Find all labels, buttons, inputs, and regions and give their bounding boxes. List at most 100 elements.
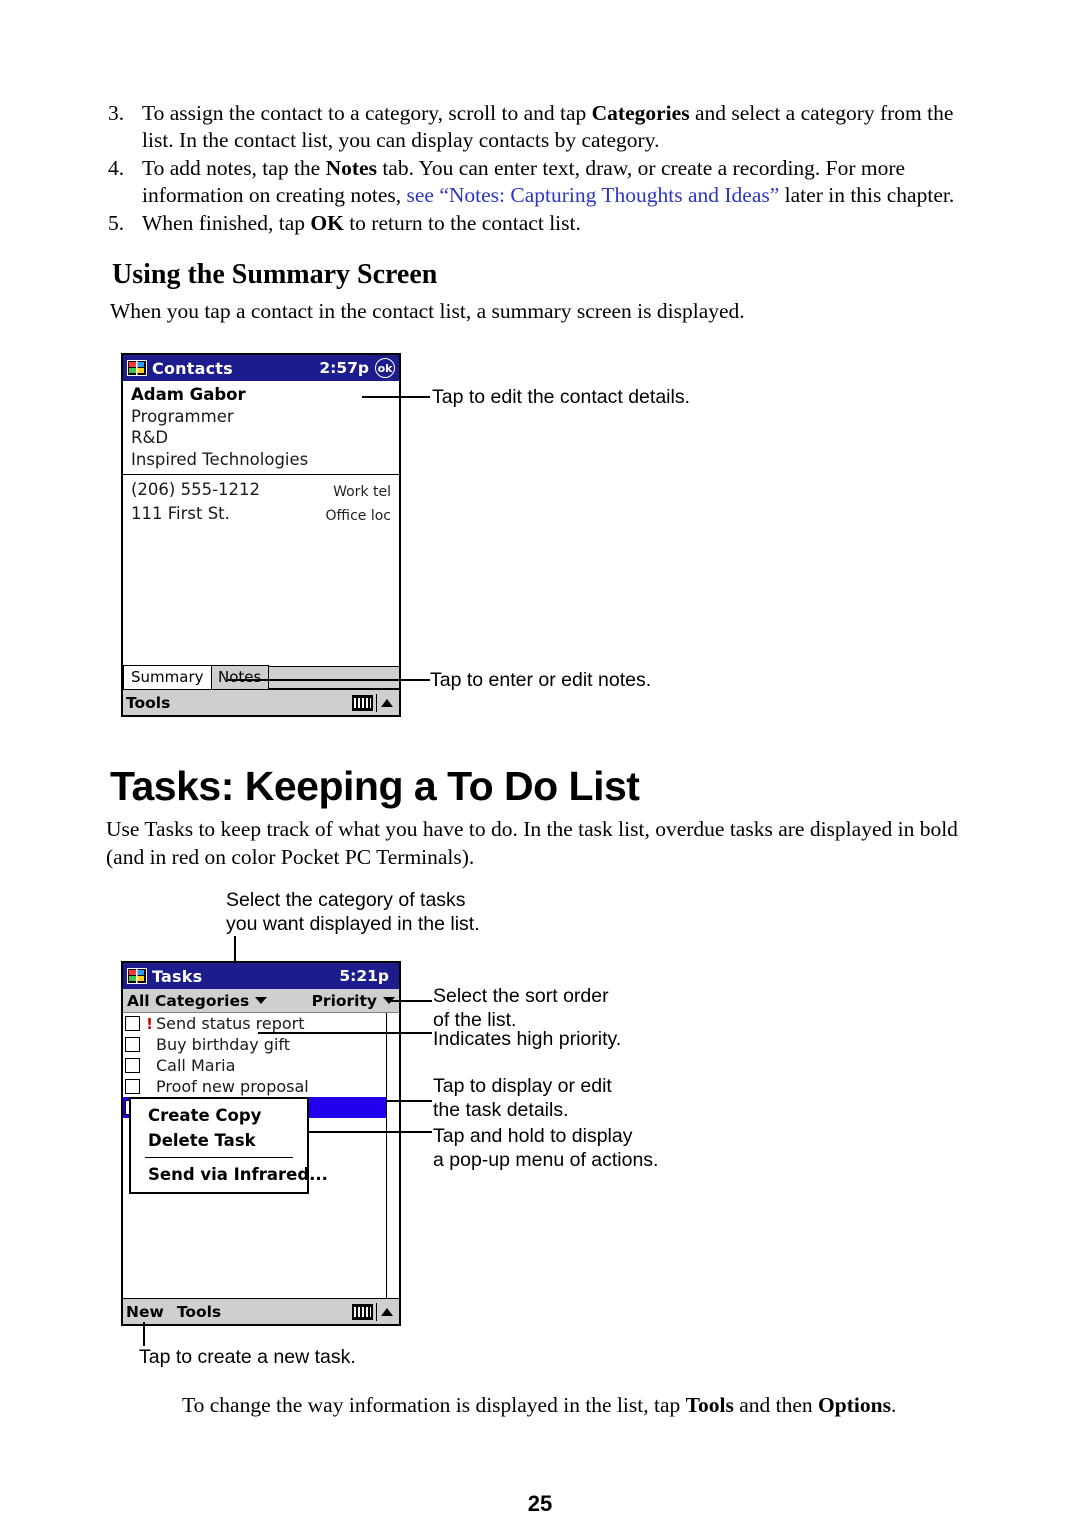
emphasis-text: Notes (325, 156, 377, 180)
statusbar-divider (375, 1302, 377, 1321)
task-row[interactable]: ! Send status report (123, 1013, 386, 1034)
list-item-number: 5. (108, 211, 125, 235)
windows-start-icon (127, 967, 147, 985)
body-text: and then (733, 1393, 819, 1417)
tasks-scrollbar[interactable] (386, 1013, 399, 1298)
chevron-down-icon (255, 997, 268, 1004)
list-item-number: 3. (108, 101, 125, 125)
keyboard-icon[interactable] (351, 694, 373, 711)
lead-paragraph: When you tap a contact in the contact li… (110, 299, 745, 323)
tasks-clock: 5:21p (339, 967, 389, 985)
callout-contacts-notes: Tap to enter or edit notes. (430, 669, 652, 691)
up-arrow-icon[interactable] (381, 698, 393, 707)
contacts-tabstrip: Summary Notes (123, 663, 399, 689)
task-checkbox[interactable] (125, 1037, 140, 1052)
callout-tasks-category: Select the category of tasks you want di… (226, 889, 480, 935)
cross-reference-link[interactable]: see “Notes: Capturing Thoughts and Ideas… (407, 183, 780, 207)
contact-detail-rows: (206) 555-1212 Work tel 111 First St. Offic… (123, 475, 399, 527)
callout-tasks-details: Tap to display or edit the task details. (433, 1075, 612, 1121)
callout-tasks-sort: Select the sort order of the list. (433, 985, 609, 1031)
contact-summary-header[interactable]: Adam Gabor Programmer R&D Inspired Technolo… (123, 381, 399, 475)
body-text: To assign the contact to a category, scr… (142, 101, 592, 125)
contact-info-line: Inspired Technologies (131, 449, 309, 469)
contact-detail-row[interactable]: (206) 555-1212 Work tel (131, 479, 391, 503)
task-label: Send status report (156, 1014, 305, 1033)
task-checkbox[interactable] (125, 1016, 140, 1031)
body-text: To change the way information is display… (182, 1393, 686, 1417)
task-row[interactable]: Proof new proposal (123, 1076, 386, 1097)
emphasis-text: Options (818, 1393, 891, 1417)
contact-detail-row[interactable]: 111 First St. Office loc (131, 503, 391, 527)
tools-menu-button[interactable]: Tools (126, 694, 170, 712)
leader-line-tasks-popup (300, 1131, 432, 1133)
body-text: later in this chapter. (779, 183, 955, 207)
chapter-heading: Tasks: Keeping a To Do List (110, 763, 640, 809)
ok-button[interactable]: ok (375, 358, 395, 378)
tasks-statusbar: New Tools (123, 1298, 399, 1324)
tools-menu-button[interactable]: Tools (177, 1303, 221, 1321)
list-item-number: 4. (108, 156, 125, 180)
contacts-title: Contacts (152, 358, 233, 378)
tasks-commandbar: All Categories Priority (123, 989, 399, 1013)
context-menu-item[interactable]: Send via Infrared... (131, 1162, 328, 1187)
list-item: 4. To add notes, tap the Notes tab. You c… (108, 155, 974, 209)
tab-notes[interactable]: Notes (210, 665, 270, 689)
leader-line-tasks-sort (390, 1000, 432, 1002)
body-text: . (890, 1393, 897, 1417)
high-priority-icon: ! (146, 1014, 153, 1033)
leader-line-tasks-new (143, 1322, 145, 1346)
callout-contacts-edit: Tap to edit the contact details. (432, 386, 690, 408)
leader-line-contacts-edit (362, 396, 430, 398)
document-page: 3. To assign the contact to a category, s… (0, 0, 1080, 1529)
list-item: 3. To assign the contact to a category, s… (108, 100, 974, 154)
contacts-titlebar: Contacts 2:57p ok (123, 355, 399, 381)
windows-start-icon (127, 359, 147, 377)
statusbar-divider (375, 693, 377, 712)
contact-detail-label: Work tel (333, 484, 391, 500)
contacts-statusbar: Tools (123, 689, 399, 715)
body-text: to return to the contact list. (343, 211, 581, 235)
contacts-screenshot: Contacts 2:57p ok Adam Gabor Programmer R&… (121, 353, 401, 717)
tasks-title: Tasks (152, 966, 203, 986)
page-number: 25 (527, 1491, 553, 1516)
callout-tasks-popup: Tap and hold to display a pop-up menu of… (433, 1125, 659, 1171)
contact-info-line: Programmer (131, 406, 234, 426)
category-filter-label: All Categories (127, 991, 250, 1010)
context-menu-item[interactable]: Create Copy (131, 1103, 307, 1128)
context-menu-separator (145, 1157, 293, 1158)
task-row[interactable]: Call Maria (123, 1055, 386, 1076)
keyboard-icon[interactable] (351, 1303, 373, 1320)
task-checkbox[interactable] (125, 1079, 140, 1094)
sort-order-dropdown[interactable]: Priority (312, 992, 395, 1010)
contact-detail-value: 111 First St. (131, 504, 230, 523)
leader-line-tasks-priority (258, 1032, 432, 1034)
new-task-button[interactable]: New (126, 1303, 164, 1321)
section-heading: Using the Summary Screen (112, 259, 438, 290)
contacts-clock: 2:57p (319, 359, 369, 377)
up-arrow-icon[interactable] (381, 1307, 393, 1316)
contact-detail-value: (206) 555-1212 (131, 480, 261, 499)
numbered-list: 3. To assign the contact to a category, s… (108, 100, 974, 238)
task-checkbox[interactable] (125, 1058, 140, 1073)
tasks-intro-paragraph: Use Tasks to keep track of what you have… (106, 817, 958, 869)
task-context-menu[interactable]: Create Copy Delete Task Send via Infrared.… (129, 1097, 328, 1194)
emphasis-text: OK (310, 211, 344, 235)
callout-tasks-priority: Indicates high priority. (433, 1028, 622, 1050)
contact-detail-label: Office loc (325, 508, 391, 524)
list-item-text: When finished, tap OK to return to the c… (142, 210, 974, 237)
tasks-titlebar: Tasks 5:21p (123, 963, 399, 989)
leader-line-contacts-notes (228, 679, 430, 681)
category-filter-dropdown[interactable]: All Categories (127, 991, 268, 1010)
task-label: Call Maria (156, 1056, 236, 1075)
tab-summary[interactable]: Summary (123, 665, 212, 689)
contact-info-line: R&D (131, 428, 169, 447)
context-menu-item[interactable]: Delete Task (131, 1128, 307, 1153)
list-item-text: To add notes, tap the Notes tab. You can… (142, 155, 974, 209)
callout-tasks-new: Tap to create a new task. (139, 1346, 356, 1368)
body-text: When finished, tap (142, 211, 311, 235)
emphasis-text: Tools (685, 1393, 734, 1417)
task-label: Proof new proposal (156, 1077, 309, 1096)
sort-order-label: Priority (311, 991, 377, 1010)
task-row[interactable]: Buy birthday gift (123, 1034, 386, 1055)
tasks-screenshot: Tasks 5:21p All Categories Priority ! Sen… (121, 961, 401, 1326)
